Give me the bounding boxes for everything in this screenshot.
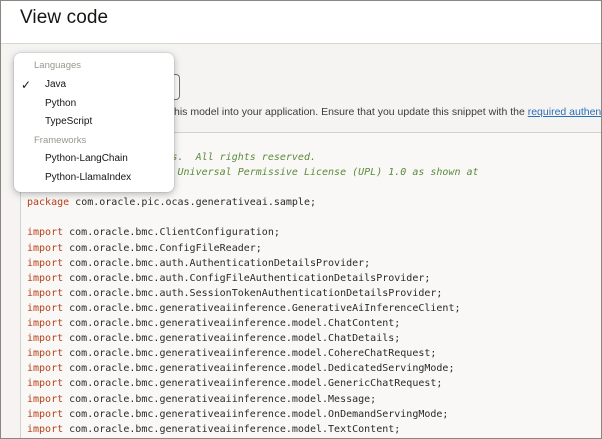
- code-line: import com.oracle.bmc.generativeaiinfere…: [27, 407, 479, 422]
- code-keyword: import: [27, 287, 64, 299]
- dropdown-item-label: TypeScript: [45, 116, 93, 127]
- code-line: import com.oracle.bmc.generativeaiinfere…: [27, 361, 479, 376]
- code-line: import com.oracle.bmc.auth.SessionTokenA…: [27, 286, 479, 301]
- panel-title: View code: [20, 7, 109, 28]
- dropdown-item-java[interactable]: ✓ Java: [14, 77, 174, 95]
- code-keyword: import: [27, 363, 64, 375]
- code-line: import com.oracle.bmc.generativeaiinfere…: [27, 331, 479, 346]
- language-dropdown-menu: Languages ✓ Java Python TypeScript Frame…: [14, 53, 174, 192]
- info-text-body: his model into your application. Ensure …: [174, 106, 528, 118]
- code-line: import com.oracle.bmc.generativeaiinfere…: [27, 422, 479, 437]
- dropdown-item-python-llamaindex[interactable]: Python-LlamaIndex: [14, 170, 174, 188]
- code-keyword: import: [27, 333, 64, 345]
- code-keyword: import: [27, 242, 64, 254]
- view-code-panel: View code his model into your applicatio…: [0, 0, 602, 439]
- code-keyword: import: [27, 423, 64, 435]
- code-keyword: import: [27, 408, 64, 420]
- code-line: import com.oracle.bmc.auth.Authenticatio…: [27, 256, 479, 271]
- code-line: import com.oracle.bmc.generativeaiinfere…: [27, 376, 479, 391]
- required-authentication-link[interactable]: required authentication: [528, 106, 601, 118]
- dropdown-item-label: Java: [45, 79, 67, 90]
- code-text: com.oracle.bmc.auth.AuthenticationDetail…: [63, 257, 371, 269]
- code-line: import com.oracle.bmc.generativeaiinfere…: [27, 316, 479, 331]
- code-keyword: import: [27, 348, 64, 360]
- code-keyword: import: [27, 318, 64, 330]
- checkmark-icon: ✓: [21, 78, 32, 92]
- code-keyword: import: [27, 393, 64, 405]
- code-line: import com.oracle.bmc.ClientConfiguratio…: [27, 225, 479, 240]
- dropdown-item-label: Python: [45, 98, 77, 109]
- code-keyword: package: [27, 197, 70, 209]
- code-keyword: import: [27, 378, 64, 390]
- dropdown-item-python-langchain[interactable]: Python-LangChain: [14, 151, 174, 169]
- code-line: import com.oracle.bmc.generativeaiinfere…: [27, 392, 479, 407]
- code-text: com.oracle.bmc.auth.SessionTokenAuthenti…: [63, 287, 443, 299]
- code-keyword: import: [27, 272, 64, 284]
- code-text: com.oracle.bmc.generativeaiinference.mod…: [63, 378, 443, 390]
- code-text: com.oracle.bmc.auth.ConfigFileAuthentica…: [63, 272, 431, 284]
- code-text: com.oracle.bmc.generativeaiinference.mod…: [63, 348, 437, 360]
- code-keyword: import: [27, 227, 64, 239]
- dropdown-item-label: Python-LlamaIndex: [45, 172, 132, 183]
- code-line: import com.oracle.bmc.auth.ConfigFileAut…: [27, 271, 479, 286]
- code-snippet: cle and/or its affiliates. All rights re…: [27, 150, 479, 437]
- code-text: com.oracle.bmc.generativeaiinference.mod…: [63, 333, 401, 345]
- dropdown-group-languages: Languages: [34, 60, 82, 71]
- code-text: com.oracle.bmc.generativeaiinference.mod…: [63, 318, 401, 330]
- code-text: com.oracle.bmc.generativeaiinference.mod…: [63, 363, 455, 375]
- code-text: com.oracle.bmc.ClientConfiguration;: [63, 227, 280, 239]
- info-text: his model into your application. Ensure …: [174, 106, 601, 118]
- dropdown-group-frameworks: Frameworks: [34, 135, 87, 146]
- code-line: import com.oracle.bmc.generativeaiinfere…: [27, 346, 479, 361]
- panel-header: View code: [1, 1, 601, 44]
- code-text: com.oracle.pic.ocas.generativeai.sample;: [69, 197, 316, 209]
- code-line: package com.oracle.pic.ocas.generativeai…: [27, 195, 479, 210]
- code-keyword: import: [27, 257, 64, 269]
- code-text: com.oracle.bmc.generativeaiinference.Gen…: [63, 302, 461, 314]
- code-text: com.oracle.bmc.generativeaiinference.mod…: [63, 393, 377, 405]
- code-keyword: import: [27, 302, 64, 314]
- code-line: import com.oracle.bmc.ConfigFileReader;: [27, 241, 479, 256]
- dropdown-item-typescript[interactable]: TypeScript: [14, 114, 174, 132]
- code-text: com.oracle.bmc.generativeaiinference.mod…: [63, 423, 401, 435]
- code-line: import com.oracle.bmc.generativeaiinfere…: [27, 301, 479, 316]
- dropdown-item-python[interactable]: Python: [14, 96, 174, 114]
- code-text: com.oracle.bmc.generativeaiinference.mod…: [63, 408, 449, 420]
- dropdown-item-label: Python-LangChain: [45, 153, 128, 164]
- code-text: com.oracle.bmc.ConfigFileReader;: [63, 242, 262, 254]
